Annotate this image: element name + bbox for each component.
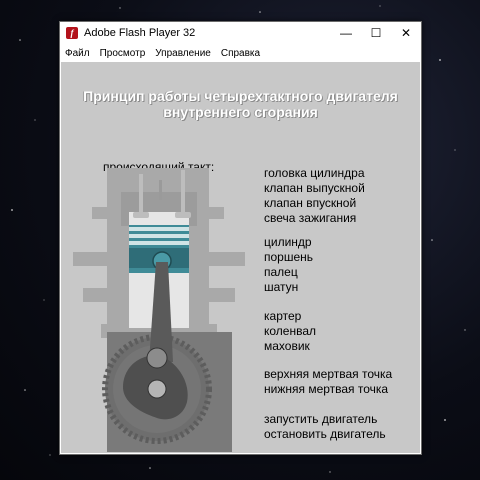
spark-plug	[159, 180, 162, 200]
menu-help[interactable]: Справка	[216, 48, 265, 59]
crank-axis	[147, 379, 167, 399]
part-crankcase[interactable]: картер	[264, 309, 316, 324]
menu-bar: Файл Просмотр Управление Справка	[60, 44, 421, 62]
part-piston-pin[interactable]: палец	[264, 265, 313, 280]
engine-diagram	[73, 168, 245, 452]
close-button[interactable]: ✕	[391, 22, 421, 44]
part-cylinder[interactable]: цилиндр	[264, 235, 313, 250]
parts-group-cylinder: цилиндр поршень палец шатун	[264, 235, 313, 295]
part-spark-plug[interactable]: свеча зажигания	[264, 211, 365, 226]
crank-pin	[146, 347, 168, 369]
part-intake-valve[interactable]: клапан впускной	[264, 196, 365, 211]
top-dead-center-link[interactable]: верхняя мертвая точка	[264, 367, 392, 382]
menu-view[interactable]: Просмотр	[95, 48, 151, 59]
engine-control-group: запустить двигатель остановить двигатель	[264, 412, 386, 442]
part-flywheel[interactable]: маховик	[264, 339, 316, 354]
maximize-button[interactable]: ☐	[361, 22, 391, 44]
part-crankshaft[interactable]: коленвал	[264, 324, 316, 339]
minimize-button[interactable]: —	[331, 22, 361, 44]
flash-player-icon: f	[66, 27, 78, 39]
stop-engine-button[interactable]: остановить двигатель	[264, 427, 386, 442]
bottom-dead-center-link[interactable]: нижняя мертвая точка	[264, 382, 392, 397]
part-cylinder-head[interactable]: головка цилиндра	[264, 166, 365, 181]
parts-group-crank: картер коленвал маховик	[264, 309, 316, 354]
part-piston[interactable]: поршень	[264, 250, 313, 265]
title-bar[interactable]: f Adobe Flash Player 32 — ☐ ✕	[60, 22, 421, 44]
menu-file[interactable]: Файл	[60, 48, 95, 59]
flash-stage: Принцип работы четырехтактного двигателя…	[61, 62, 420, 453]
parts-group-head: головка цилиндра клапан выпускной клапан…	[264, 166, 365, 226]
flash-player-window: f Adobe Flash Player 32 — ☐ ✕ Файл Просм…	[59, 21, 422, 455]
menu-control[interactable]: Управление	[150, 48, 216, 59]
start-engine-button[interactable]: запустить двигатель	[264, 412, 386, 427]
dead-center-group: верхняя мертвая точка нижняя мертвая точ…	[264, 367, 392, 397]
part-connecting-rod[interactable]: шатун	[264, 280, 313, 295]
part-exhaust-valve[interactable]: клапан выпускной	[264, 181, 365, 196]
window-title: Adobe Flash Player 32	[84, 27, 196, 39]
